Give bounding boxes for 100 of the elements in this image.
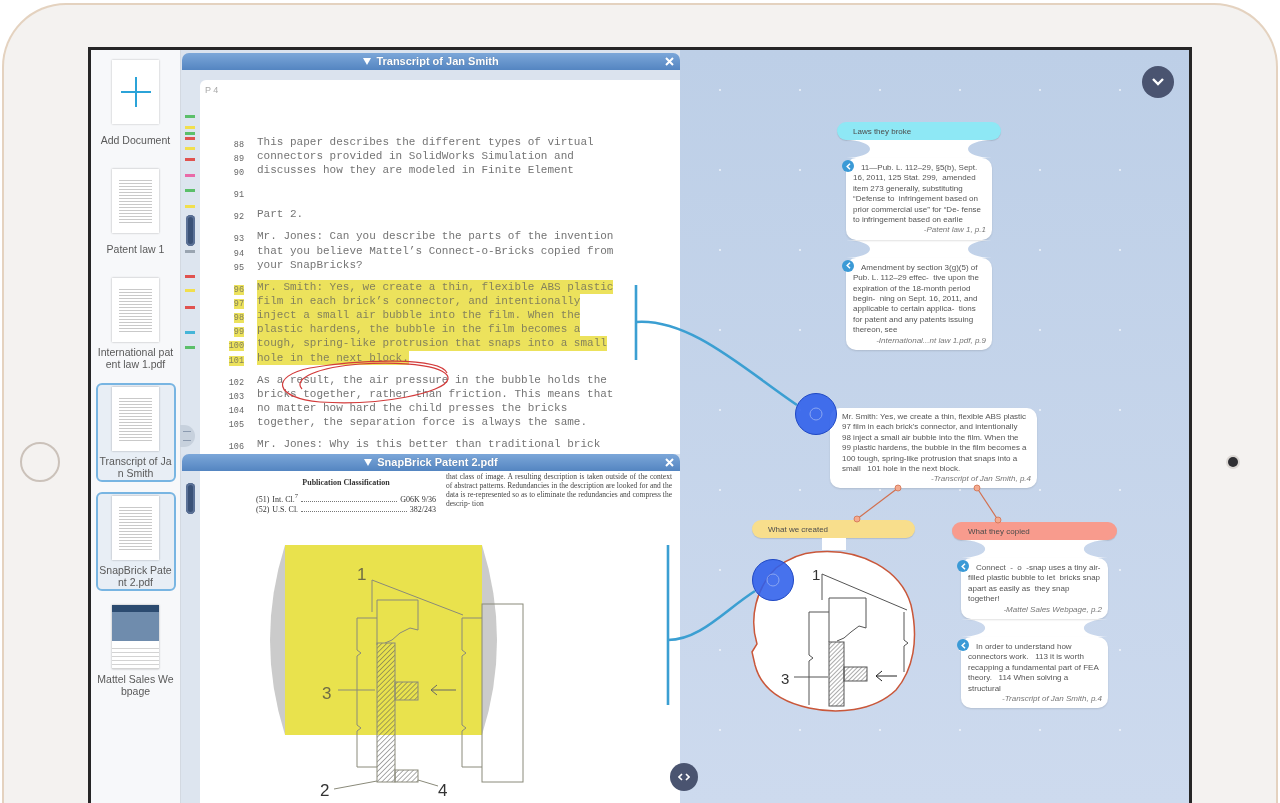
figure-label: 4 — [438, 781, 448, 800]
quote-text: Amendment by section 3(g)(5) of Pub. L. 112–29 effec- tive upon the expiration of the 18-month period begin- ning on Sept. 16, 2011, and applicable to certain applica- tions for patent and any patents issuing thereon, see — [853, 262, 981, 336]
line-number: 106 — [228, 442, 244, 453]
line-number: 102 — [228, 377, 244, 388]
line-number: 96 — [233, 284, 244, 295]
transcript-line: your SnapBricks? — [257, 257, 363, 272]
close-icon — [665, 57, 674, 66]
split-view-button[interactable] — [670, 763, 698, 791]
line-number: 93 — [233, 234, 244, 245]
menu-handle[interactable] — [180, 425, 195, 447]
quote-text: 11—Pub. L. 112–29, §5(b), Sept. 16, 2011, 125 Stat. 299, amended item 273 generally, substituting “Defense to infringement based on prior commercial use” for “De- fense to infringement based on earlie — [853, 163, 983, 226]
transcript-line: together, the separation force is always the same. — [257, 415, 588, 430]
excerpt-card[interactable] — [830, 408, 1037, 488]
document-label: Transcript of Jan Smith — [98, 455, 173, 479]
group-title[interactable]: Laws they broke — [837, 122, 1001, 140]
classification-label: Int. Cl.$^{7}$ — [272, 491, 299, 505]
line-number: 100 — [228, 341, 244, 352]
chevron-left-icon[interactable] — [842, 160, 854, 172]
excerpt-text: Mr. Smith: Yes, we create a thin, flexible ABS plastic 97 film in each brick's connector, and intentionally 98 inject a small air bubble into the film. When the 99 plastic hardens, the bubble in the film becomes a 100 tough, spring-like protrusion that snaps into a small 101 hole in the next block. — [842, 412, 1028, 475]
quote-source: -Transcript of Jan Smith, p.4 — [1001, 694, 1102, 705]
document-item[interactable]: Mattel Sales Webpage — [95, 601, 176, 700]
panel-title: SnapBrick Patent 2.pdf — [377, 455, 498, 470]
panel-title: Transcript of Jan Smith — [376, 54, 499, 69]
quote-source: -Transcript of Jan Smith, p.4 — [930, 474, 1031, 485]
classification-code: (51) — [256, 494, 270, 505]
link-handle[interactable] — [795, 393, 837, 435]
close-button[interactable] — [665, 458, 674, 467]
line-number: 103 — [228, 391, 244, 402]
transcript-line: Part 2. — [257, 207, 304, 222]
transcript-line: Mr. Jones: Why is this better than traditional brick — [257, 437, 601, 452]
transcript-line: that you believe Mattel’s Connect-o-Bricks copied from — [257, 243, 614, 258]
link-handle[interactable] — [752, 559, 794, 601]
line-number: 101 — [228, 355, 244, 366]
camera-icon — [1228, 457, 1238, 467]
chevron-left-icon[interactable] — [957, 639, 969, 652]
document-label: International patent law 1.pdf — [97, 346, 174, 370]
classification-value: 382/243 — [409, 504, 436, 515]
document-item[interactable]: Add Document — [95, 56, 176, 155]
line-number: 91 — [233, 190, 244, 201]
line-number: 92 — [233, 212, 244, 223]
section-heading: Publication Classification — [301, 478, 391, 488]
document-item[interactable]: International patent law 1.pdf — [95, 274, 176, 373]
page-number: P 4 — [204, 84, 220, 96]
transcript-line: connectors provided in SolidWorks Simulation and — [257, 149, 574, 164]
link-connector[interactable] — [666, 545, 756, 705]
line-number: 88 — [233, 140, 244, 150]
plus-icon — [112, 60, 159, 124]
caret-down-icon — [363, 58, 372, 65]
line-number: 105 — [228, 420, 244, 431]
document-label: SnapBrick Patent 2.pdf — [98, 564, 173, 588]
classification-code: (52) — [256, 504, 270, 515]
line-number: 99 — [233, 327, 244, 338]
figure-label: 1 — [357, 565, 367, 584]
document-item[interactable]: Patent law 1 — [95, 165, 176, 264]
transcript-line: discusses how they are modeled in Finite Element — [257, 163, 574, 178]
link-connector[interactable] — [634, 285, 798, 407]
quote-source: -Patent law 1, p.1 — [922, 225, 986, 236]
webpage-thumbnail — [112, 605, 159, 669]
group-title[interactable]: What they copied — [952, 522, 1117, 540]
line-number: 104 — [228, 406, 244, 416]
quote-source: -International...nt law 1.pdf, p.9 — [875, 335, 986, 347]
caret-down-icon — [364, 459, 373, 466]
classification-value: G06K 9/36 — [400, 494, 436, 505]
chevron-down-icon — [1152, 78, 1164, 86]
quote-text: Connect - o -snap uses a tiny air-filled plastic bubble to let bricks snap apart as easily as they snap together! — [968, 563, 1102, 605]
line-number: 97 — [233, 298, 244, 309]
collapse-button[interactable] — [364, 459, 373, 466]
figure-label: 3 — [780, 670, 789, 687]
chevrons-left-right-icon — [678, 773, 690, 781]
line-number: 94 — [233, 248, 244, 259]
document-item[interactable]: SnapBrick Patent 2.pdf — [95, 492, 176, 591]
relation-line[interactable] — [853, 484, 902, 523]
scrollbar-thumb[interactable] — [186, 215, 195, 246]
quote-source: -Mattel Sales Webpage, p.2 — [1002, 604, 1102, 616]
figure-label: 1 — [811, 566, 820, 583]
group-title[interactable]: What we created — [752, 520, 915, 538]
figure-label: 3 — [322, 684, 332, 703]
quote-text: In order to understand how connectors work. 113 it is worth recapping a fundamental part of FEA theory. 114 When solving a structural — [968, 642, 1100, 695]
line-number: 95 — [233, 262, 244, 273]
transcript-line: Mr. Jones: Can you describe the parts of the invention — [257, 229, 614, 244]
document-item[interactable]: Transcript of Jan Smith — [95, 383, 176, 482]
relation-line[interactable] — [973, 484, 1002, 524]
chevron-left-icon[interactable] — [842, 259, 854, 272]
scrollbar-thumb[interactable] — [186, 483, 195, 514]
line-number: 98 — [233, 313, 244, 324]
line-number: 90 — [233, 168, 244, 179]
close-icon — [665, 458, 674, 467]
document-label: Add Document — [100, 134, 171, 146]
transcript-line: This paper describes the different types of virtual — [257, 135, 594, 150]
line-number: 89 — [233, 154, 244, 165]
document-label: Mattel Sales Webpage — [97, 673, 174, 697]
collapse-button[interactable] — [363, 58, 372, 65]
document-label: Patent law 1 — [106, 243, 165, 255]
transcript-line: no matter how hard the child presses the bricks — [257, 401, 568, 416]
classification-label: U.S. Cl. — [272, 504, 299, 515]
chevron-left-icon[interactable] — [957, 560, 969, 572]
home-button[interactable] — [20, 442, 60, 482]
dropdown-button[interactable] — [1142, 66, 1174, 98]
card-connector — [821, 538, 846, 550]
close-button[interactable] — [665, 57, 674, 66]
